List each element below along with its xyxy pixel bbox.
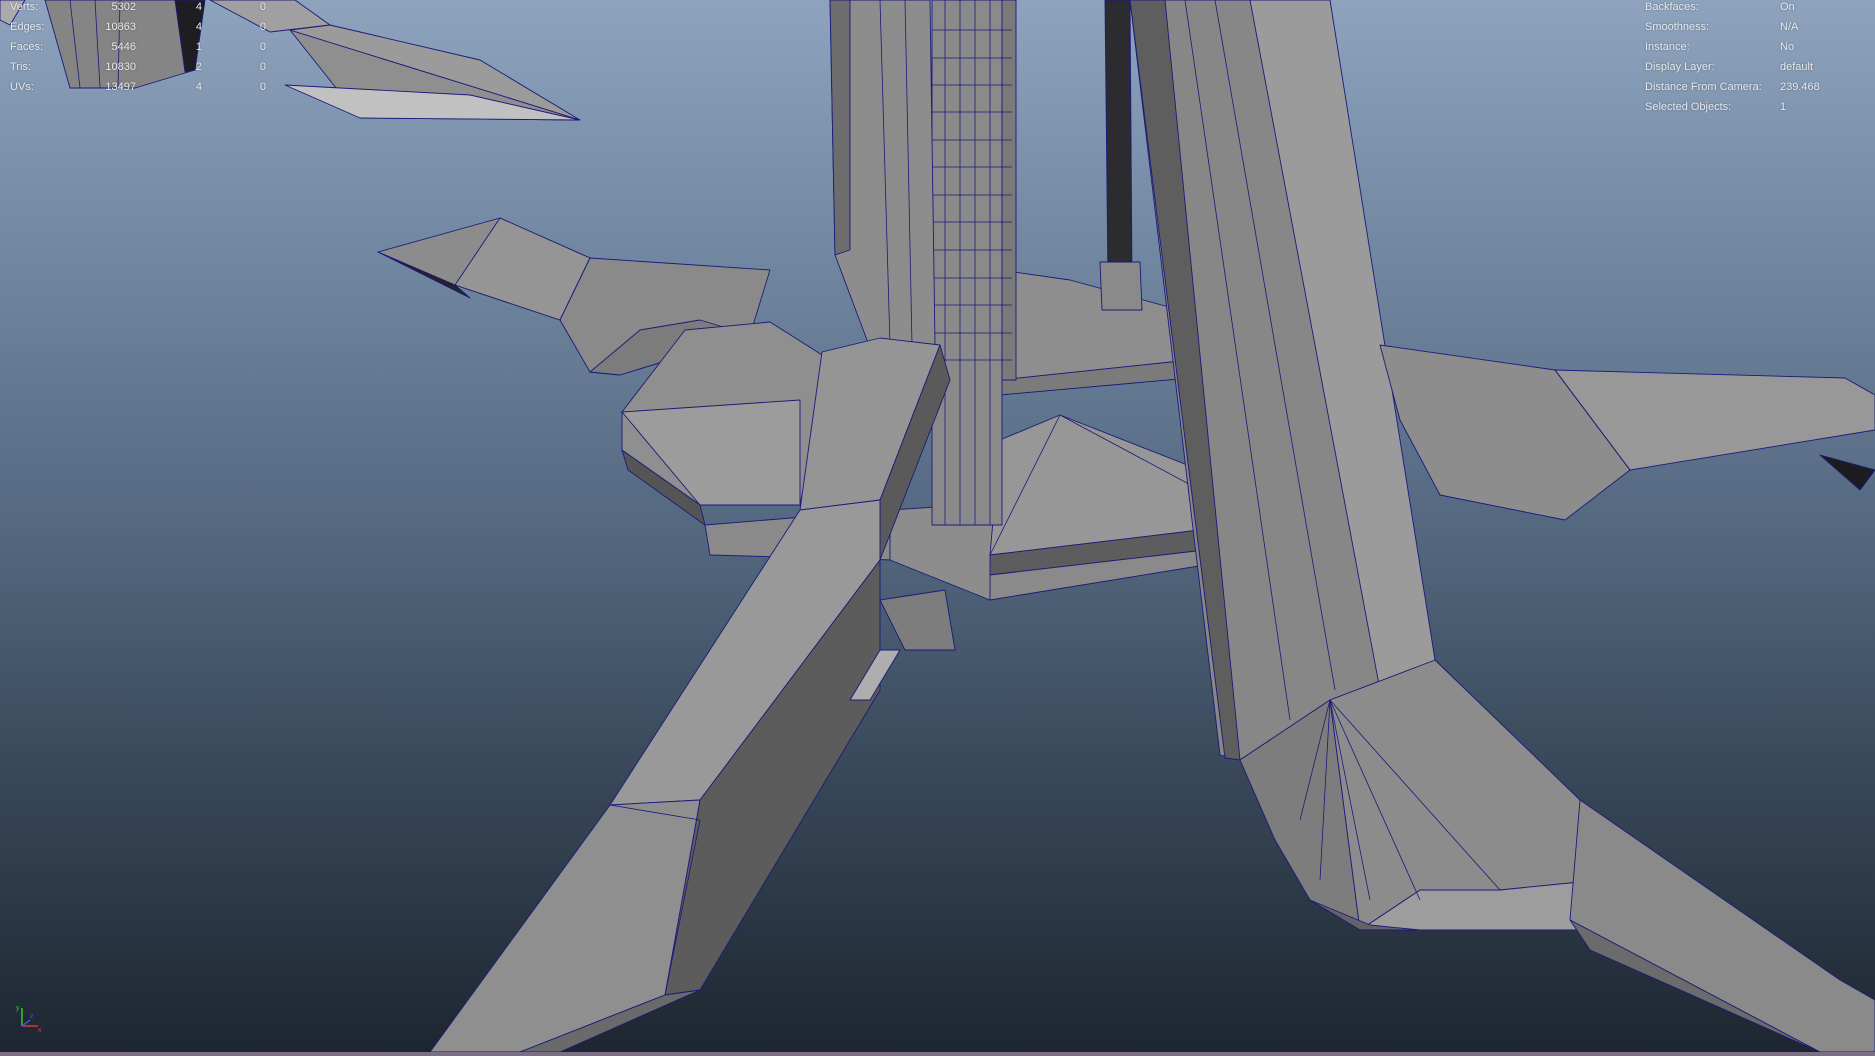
- hud-label: Faces:: [10, 41, 44, 53]
- gizmo-y-label: y: [16, 1005, 20, 1012]
- hud-value: 1: [195, 41, 202, 53]
- right-leg[interactable]: [1129, 0, 1875, 1052]
- hud-value: 0: [259, 1, 266, 13]
- hud-value: 5446: [111, 41, 136, 53]
- hud-row-smoothness: Smoothness: N/A: [1645, 17, 1865, 37]
- hud-value: 4: [195, 21, 202, 33]
- axis-gizmo-icon: y x z: [16, 1005, 42, 1034]
- hud-value: 5302: [111, 1, 136, 13]
- hud-label: UVs:: [10, 81, 34, 93]
- hud-row-display-layer: Display Layer: default: [1645, 57, 1865, 77]
- hud-label: Selected Objects:: [1645, 101, 1732, 113]
- hud-row-uvs: UVs: 13497 4 0: [10, 77, 270, 97]
- hud-value: 239.468: [1780, 81, 1820, 93]
- poly-count-hud: Verts: 5302 4 0 Edges: 10863 4 0 Faces: …: [10, 0, 270, 97]
- gizmo-z-label: z: [30, 1013, 34, 1020]
- hud-label: Edges:: [10, 21, 45, 33]
- maya-viewport[interactable]: Verts: 5302 4 0 Edges: 10863 4 0 Faces: …: [0, 0, 1875, 1052]
- hud-label: Instance:: [1645, 41, 1690, 53]
- hud-label: Backfaces:: [1645, 1, 1699, 13]
- hud-label: Smoothness:: [1645, 21, 1710, 33]
- hud-row-distance: Distance From Camera: 239.468: [1645, 77, 1865, 97]
- hud-value: 1: [1780, 101, 1787, 113]
- hud-value: No: [1780, 41, 1795, 53]
- hud-label: Verts:: [10, 1, 39, 13]
- gizmo-x-label: x: [38, 1027, 42, 1034]
- right-wing[interactable]: [1379, 344, 1875, 521]
- hud-label: Tris:: [10, 61, 31, 73]
- hud-value: 4: [195, 1, 202, 13]
- hud-label: Distance From Camera:: [1645, 81, 1762, 93]
- hud-row-backfaces: Backfaces: On: [1645, 0, 1865, 17]
- object-details-hud: Backfaces: On Smoothness: N/A Instance: …: [1645, 0, 1865, 117]
- hud-value: 0: [259, 81, 266, 93]
- hud-value: 0: [259, 41, 266, 53]
- viewport-bottom-border: [0, 1052, 1875, 1056]
- hud-row-faces: Faces: 5446 1 0: [10, 37, 270, 57]
- hud-row-instance: Instance: No: [1645, 37, 1865, 57]
- hud-value: 0: [259, 21, 266, 33]
- hud-value: 2: [195, 61, 202, 73]
- hud-row-edges: Edges: 10863 4 0: [10, 17, 270, 37]
- hud-row-verts: Verts: 5302 4 0: [10, 0, 270, 17]
- hud-value: 10863: [105, 21, 136, 33]
- hud-value: 13497: [105, 81, 136, 93]
- hud-label: Display Layer:: [1645, 61, 1715, 73]
- hud-value: 4: [195, 81, 202, 93]
- hud-row-selected-objects: Selected Objects: 1: [1645, 97, 1865, 117]
- hud-value: N/A: [1780, 21, 1799, 33]
- hud-value: On: [1780, 1, 1795, 13]
- hud-value: default: [1780, 61, 1814, 73]
- hud-value: 10830: [105, 61, 136, 73]
- hud-row-tris: Tris: 10830 2 0: [10, 57, 270, 77]
- hud-value: 0: [259, 61, 266, 73]
- scene-geometry[interactable]: [0, 0, 1875, 1052]
